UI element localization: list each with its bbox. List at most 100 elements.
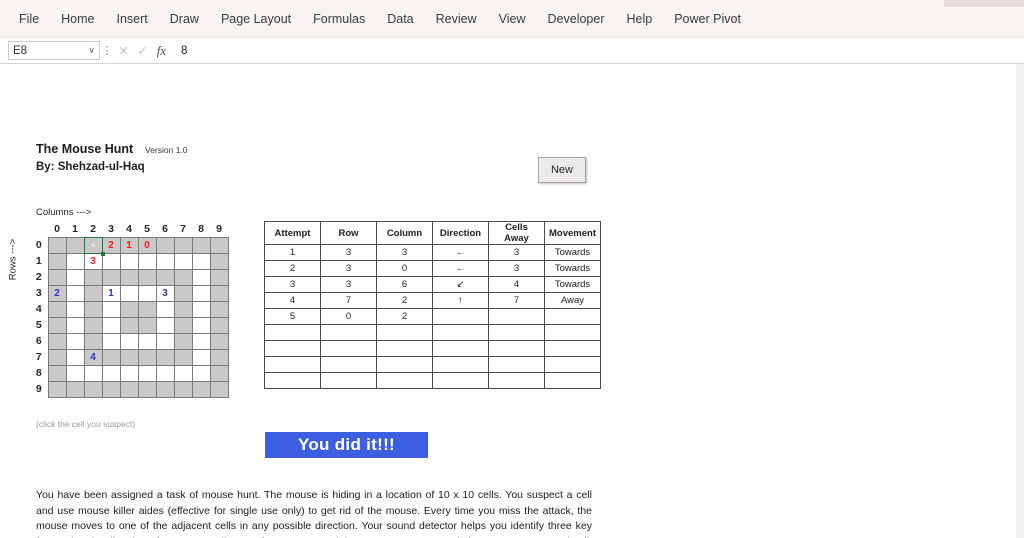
grid-cell-0-1[interactable] — [65, 236, 85, 254]
grid-cell-5-8[interactable] — [191, 316, 211, 334]
grid-cell-4-4[interactable] — [119, 300, 139, 318]
grid-cell-7-4[interactable] — [119, 348, 139, 366]
grid-cell-7-5[interactable] — [137, 348, 157, 366]
grid-cell-0-8[interactable] — [191, 236, 211, 254]
ribbon-tab-developer[interactable]: Developer — [537, 7, 616, 31]
grid-cell-4-3[interactable] — [101, 300, 121, 318]
grid-cell-6-4[interactable] — [119, 332, 139, 350]
grid-cell-6-7[interactable] — [173, 332, 193, 350]
grid-cell-4-7[interactable] — [173, 300, 193, 318]
grid-cell-5-7[interactable] — [173, 316, 193, 334]
grid-cell-0-5[interactable]: 0 — [137, 236, 157, 254]
grid-cell-5-6[interactable] — [155, 316, 175, 334]
enter-icon[interactable]: ✓ — [133, 43, 152, 58]
more-options-icon[interactable]: ⋮ — [100, 44, 114, 57]
grid-cell-9-3[interactable] — [101, 380, 121, 398]
grid-cell-5-3[interactable] — [101, 316, 121, 334]
grid-cell-0-6[interactable] — [155, 236, 175, 254]
grid-cell-5-4[interactable] — [119, 316, 139, 334]
ribbon-tab-review[interactable]: Review — [425, 7, 488, 31]
grid-cell-1-5[interactable] — [137, 252, 157, 270]
grid-cell-9-8[interactable] — [191, 380, 211, 398]
grid-cell-8-4[interactable] — [119, 364, 139, 382]
grid-cell-1-3[interactable] — [101, 252, 121, 270]
grid-cell-8-8[interactable] — [191, 364, 211, 382]
grid-cell-1-6[interactable] — [155, 252, 175, 270]
fill-handle[interactable] — [100, 251, 105, 256]
grid-cell-3-1[interactable] — [65, 284, 85, 302]
ribbon-tab-home[interactable]: Home — [50, 7, 105, 31]
grid-cell-5-2[interactable] — [83, 316, 103, 334]
grid-cell-9-4[interactable] — [119, 380, 139, 398]
grid-cell-4-1[interactable] — [65, 300, 85, 318]
grid-cell-4-0[interactable] — [47, 300, 67, 318]
grid-cell-3-2[interactable] — [83, 284, 103, 302]
grid-cell-1-8[interactable] — [191, 252, 211, 270]
grid-cell-5-0[interactable] — [47, 316, 67, 334]
grid-cell-9-5[interactable] — [137, 380, 157, 398]
grid-cell-6-0[interactable] — [47, 332, 67, 350]
grid-cell-4-6[interactable] — [155, 300, 175, 318]
grid-cell-3-8[interactable] — [191, 284, 211, 302]
grid-cell-8-5[interactable] — [137, 364, 157, 382]
grid-cell-3-5[interactable] — [137, 284, 157, 302]
grid-cell-8-0[interactable] — [47, 364, 67, 382]
vertical-scrollbar[interactable] — [1016, 64, 1024, 538]
grid-cell-5-9[interactable] — [209, 316, 229, 334]
cancel-icon[interactable]: ✕ — [114, 43, 133, 58]
grid-cell-8-7[interactable] — [173, 364, 193, 382]
grid-cell-8-1[interactable] — [65, 364, 85, 382]
grid-cell-1-4[interactable] — [119, 252, 139, 270]
grid-cell-4-8[interactable] — [191, 300, 211, 318]
grid-cell-1-1[interactable] — [65, 252, 85, 270]
grid-cell-2-5[interactable] — [137, 268, 157, 286]
grid-cell-3-4[interactable] — [119, 284, 139, 302]
ribbon-tab-view[interactable]: View — [488, 7, 537, 31]
grid-cell-7-6[interactable] — [155, 348, 175, 366]
grid-cell-2-6[interactable] — [155, 268, 175, 286]
grid-cell-2-7[interactable] — [173, 268, 193, 286]
grid-cell-3-7[interactable] — [173, 284, 193, 302]
grid-cell-7-7[interactable] — [173, 348, 193, 366]
grid-cell-7-0[interactable] — [47, 348, 67, 366]
grid-cell-0-9[interactable] — [209, 236, 229, 254]
ribbon-tab-data[interactable]: Data — [376, 7, 424, 31]
grid-cell-0-4[interactable]: 1 — [119, 236, 139, 254]
grid-cell-0-0[interactable] — [47, 236, 67, 254]
game-grid[interactable]: 0 1 2 3 4 5 6 7 8 9 0 🐁 2 1 0 1 3 2 3 2 1 3 4 5 6 7 4 8 9 — [30, 221, 229, 398]
grid-cell-1-7[interactable] — [173, 252, 193, 270]
grid-cell-6-9[interactable] — [209, 332, 229, 350]
grid-cell-8-9[interactable] — [209, 364, 229, 382]
grid-cell-8-6[interactable] — [155, 364, 175, 382]
grid-cell-9-1[interactable] — [65, 380, 85, 398]
grid-cell-6-5[interactable] — [137, 332, 157, 350]
grid-cell-2-0[interactable] — [47, 268, 67, 286]
grid-cell-0-7[interactable] — [173, 236, 193, 254]
grid-cell-3-0[interactable]: 2 — [47, 284, 67, 302]
grid-cell-0-3[interactable]: 2 — [101, 236, 121, 254]
ribbon-tab-file[interactable]: File — [8, 7, 50, 31]
grid-cell-3-6[interactable]: 3 — [155, 284, 175, 302]
grid-cell-9-0[interactable] — [47, 380, 67, 398]
grid-cell-4-5[interactable] — [137, 300, 157, 318]
grid-cell-3-9[interactable] — [209, 284, 229, 302]
grid-cell-6-2[interactable] — [83, 332, 103, 350]
grid-cell-7-9[interactable] — [209, 348, 229, 366]
grid-cell-7-3[interactable] — [101, 348, 121, 366]
ribbon-tab-page-layout[interactable]: Page Layout — [210, 7, 302, 31]
grid-cell-8-2[interactable] — [83, 364, 103, 382]
formula-input[interactable]: 8 — [177, 41, 1020, 60]
grid-cell-9-6[interactable] — [155, 380, 175, 398]
grid-cell-1-0[interactable] — [47, 252, 67, 270]
grid-cell-3-3[interactable]: 1 — [101, 284, 121, 302]
grid-cell-2-3[interactable] — [101, 268, 121, 286]
grid-cell-4-9[interactable] — [209, 300, 229, 318]
grid-cell-2-1[interactable] — [65, 268, 85, 286]
grid-cell-1-9[interactable] — [209, 252, 229, 270]
grid-cell-5-5[interactable] — [137, 316, 157, 334]
new-game-button[interactable]: New — [538, 157, 586, 183]
grid-cell-9-9[interactable] — [209, 380, 229, 398]
grid-cell-selected-0-2[interactable]: 🐁 — [83, 236, 105, 256]
ribbon-tab-draw[interactable]: Draw — [159, 7, 210, 31]
grid-cell-4-2[interactable] — [83, 300, 103, 318]
